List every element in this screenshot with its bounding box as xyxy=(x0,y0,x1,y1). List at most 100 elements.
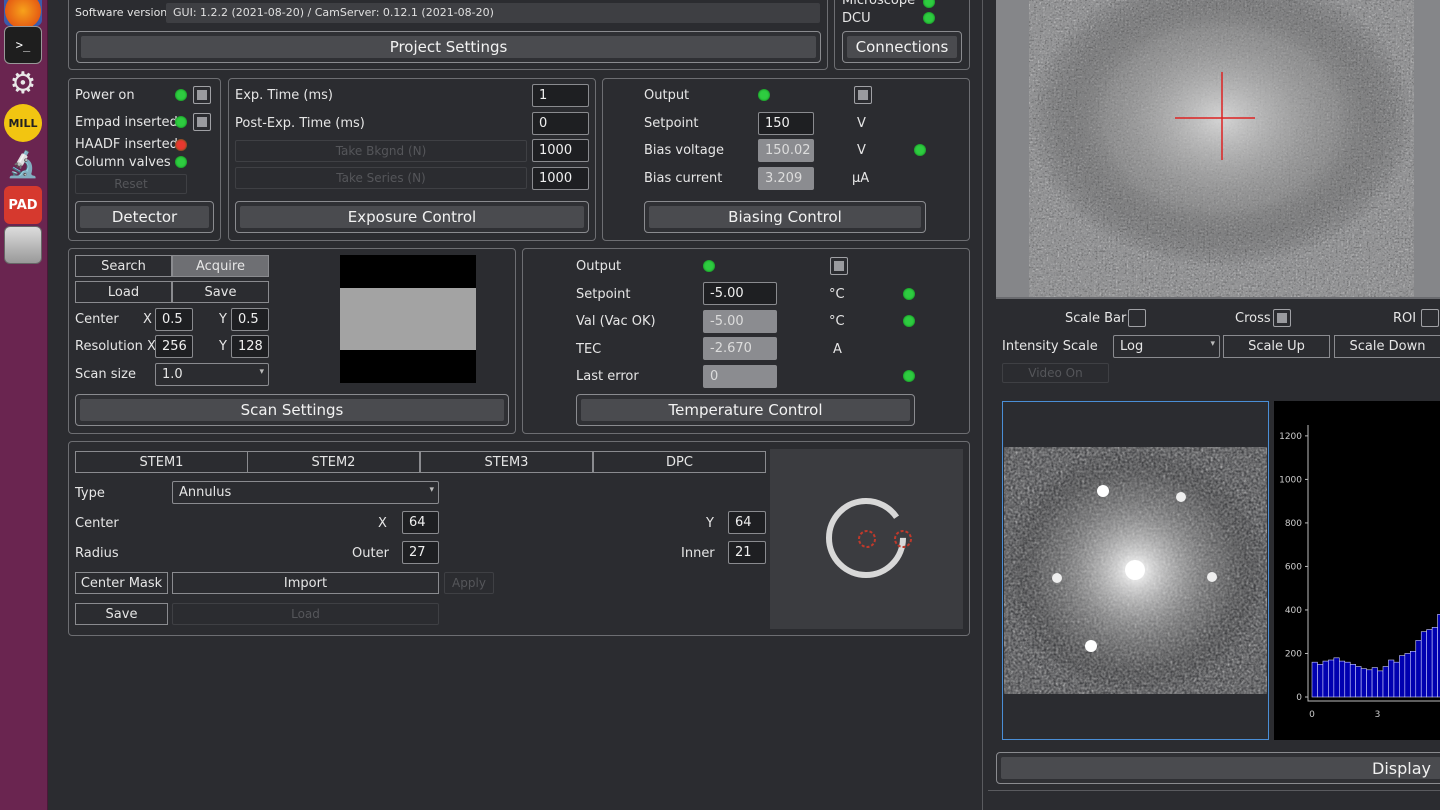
temp-setpoint-unit: °C xyxy=(829,287,845,302)
resolution-y-label: Y xyxy=(219,339,227,354)
scan-save-button[interactable]: Save xyxy=(172,281,269,303)
histogram-bar xyxy=(1371,667,1378,698)
scan-settings-button[interactable]: Scan Settings xyxy=(75,394,509,426)
empad-inserted-checkbox[interactable] xyxy=(193,113,211,131)
center-mask-button[interactable]: Center Mask xyxy=(75,572,168,594)
scale-bar-checkbox[interactable] xyxy=(1128,309,1146,327)
bias-output-checkbox[interactable] xyxy=(854,86,872,104)
pad-icon[interactable]: PAD xyxy=(4,186,42,224)
launcher-bar: >_ ⚙ MILL 🔬 PAD xyxy=(0,0,48,810)
center-y-label: Y xyxy=(219,312,227,327)
biasing-control-button[interactable]: Biasing Control xyxy=(644,201,926,233)
type-select[interactable]: Annulus xyxy=(172,481,439,504)
bottom-divider xyxy=(988,790,1440,791)
histogram-ytick-label: 1200 xyxy=(1279,432,1302,442)
detector-button[interactable]: Detector xyxy=(75,201,214,233)
live-image-frame xyxy=(996,0,1440,297)
power-on-checkbox[interactable] xyxy=(193,86,211,104)
temp-output-label: Output xyxy=(576,259,622,274)
histogram-bar xyxy=(1355,666,1362,698)
scale-down-button[interactable]: Scale Down xyxy=(1334,335,1440,358)
temp-val-led xyxy=(903,315,915,327)
import-button[interactable]: Import xyxy=(172,572,439,594)
drive-icon[interactable] xyxy=(4,226,42,264)
central-beam xyxy=(1125,560,1145,580)
histogram-bar xyxy=(1388,659,1395,698)
tec-field: -2.670 xyxy=(703,337,777,360)
take-series-button[interactable]: Take Series (N) xyxy=(235,167,527,189)
display-button[interactable]: Display xyxy=(996,752,1440,784)
tab-stem3[interactable]: STEM3 xyxy=(420,451,593,473)
bias-voltage-field: 150.02 xyxy=(758,139,814,162)
terminal-icon[interactable]: >_ xyxy=(4,26,42,64)
temp-val-unit: °C xyxy=(829,314,845,329)
project-settings-button[interactable]: Project Settings xyxy=(76,31,821,63)
microscope-icon[interactable]: 🔬 xyxy=(4,146,42,184)
empad-inserted-led xyxy=(175,116,187,128)
temp-val-field: -5.00 xyxy=(703,310,777,333)
power-on-led xyxy=(175,89,187,101)
histogram-ytick-label: 400 xyxy=(1285,606,1302,616)
bias-current-unit: µA xyxy=(852,171,870,186)
acquire-tab[interactable]: Acquire xyxy=(172,255,269,277)
post-exp-time-input[interactable]: 0 xyxy=(532,112,589,135)
search-tab[interactable]: Search xyxy=(75,255,172,277)
histogram-bar xyxy=(1399,655,1406,698)
last-error-label: Last error xyxy=(576,369,639,384)
bias-current-label: Bias current xyxy=(644,171,723,186)
stem-center-label: Center xyxy=(75,516,119,531)
bkgnd-count-input[interactable]: 1000 xyxy=(532,139,589,162)
temperature-control-button[interactable]: Temperature Control xyxy=(576,394,915,426)
scale-up-button[interactable]: Scale Up xyxy=(1223,335,1330,358)
temp-setpoint-label: Setpoint xyxy=(576,287,631,302)
roi-checkbox[interactable] xyxy=(1421,309,1439,327)
histogram-bar xyxy=(1317,664,1324,698)
radius-label: Radius xyxy=(75,546,119,561)
display-pane: Scale Bar Cross ROI Intensity Scale Log … xyxy=(982,0,1440,810)
temp-output-checkbox[interactable] xyxy=(830,257,848,275)
inner-radius-input[interactable]: 21 xyxy=(728,541,766,564)
scan-size-label: Scan size xyxy=(75,367,136,382)
tec-label: TEC xyxy=(576,342,602,357)
histogram-bar xyxy=(1420,631,1427,698)
histogram-bar xyxy=(1426,629,1433,698)
resolution-y-input[interactable]: 128 xyxy=(231,335,269,358)
firefox-icon[interactable] xyxy=(4,0,42,26)
exp-time-input[interactable]: 1 xyxy=(532,84,589,107)
diffraction-view[interactable] xyxy=(1002,401,1269,740)
temp-setpoint-input[interactable]: -5.00 xyxy=(703,282,777,305)
settings-icon[interactable]: ⚙ xyxy=(4,64,42,102)
tab-stem2[interactable]: STEM2 xyxy=(247,451,420,473)
scan-size-select[interactable]: 1.0 xyxy=(155,363,269,386)
series-count-input[interactable]: 1000 xyxy=(532,167,589,190)
reset-button[interactable]: Reset xyxy=(75,174,187,194)
take-bkgnd-button[interactable]: Take Bkgnd (N) xyxy=(235,140,527,162)
tab-dpc[interactable]: DPC xyxy=(593,451,766,473)
stem-load-button[interactable]: Load xyxy=(172,603,439,625)
cross-checkbox[interactable] xyxy=(1273,309,1291,327)
exposure-control-button[interactable]: Exposure Control xyxy=(235,201,589,233)
mill-icon[interactable]: MILL xyxy=(4,104,42,142)
histogram-bar xyxy=(1382,666,1389,698)
connections-button[interactable]: Connections xyxy=(842,31,962,63)
video-on-button[interactable]: Video On xyxy=(1002,363,1109,383)
apply-button[interactable]: Apply xyxy=(444,572,494,594)
pad-label: PAD xyxy=(8,197,38,213)
tab-stem1[interactable]: STEM1 xyxy=(75,451,248,473)
center-y-input[interactable]: 0.5 xyxy=(231,308,269,331)
live-image[interactable] xyxy=(1029,0,1414,297)
histogram-bar xyxy=(1404,653,1411,698)
intensity-scale-select[interactable]: Log xyxy=(1113,335,1220,358)
stem-x-input[interactable]: 64 xyxy=(402,511,439,534)
bias-setpoint-input[interactable]: 150 xyxy=(758,112,814,135)
bias-setpoint-unit: V xyxy=(857,116,866,131)
center-x-input[interactable]: 0.5 xyxy=(155,308,193,331)
scan-load-button[interactable]: Load xyxy=(75,281,172,303)
stem-save-button[interactable]: Save xyxy=(75,603,168,625)
histogram-bar xyxy=(1410,651,1417,698)
resolution-x-input[interactable]: 256 xyxy=(155,335,193,358)
outer-radius-input[interactable]: 27 xyxy=(402,541,439,564)
stem-y-label: Y xyxy=(706,516,714,531)
stem-y-input[interactable]: 64 xyxy=(728,511,766,534)
power-on-label: Power on xyxy=(75,88,135,103)
